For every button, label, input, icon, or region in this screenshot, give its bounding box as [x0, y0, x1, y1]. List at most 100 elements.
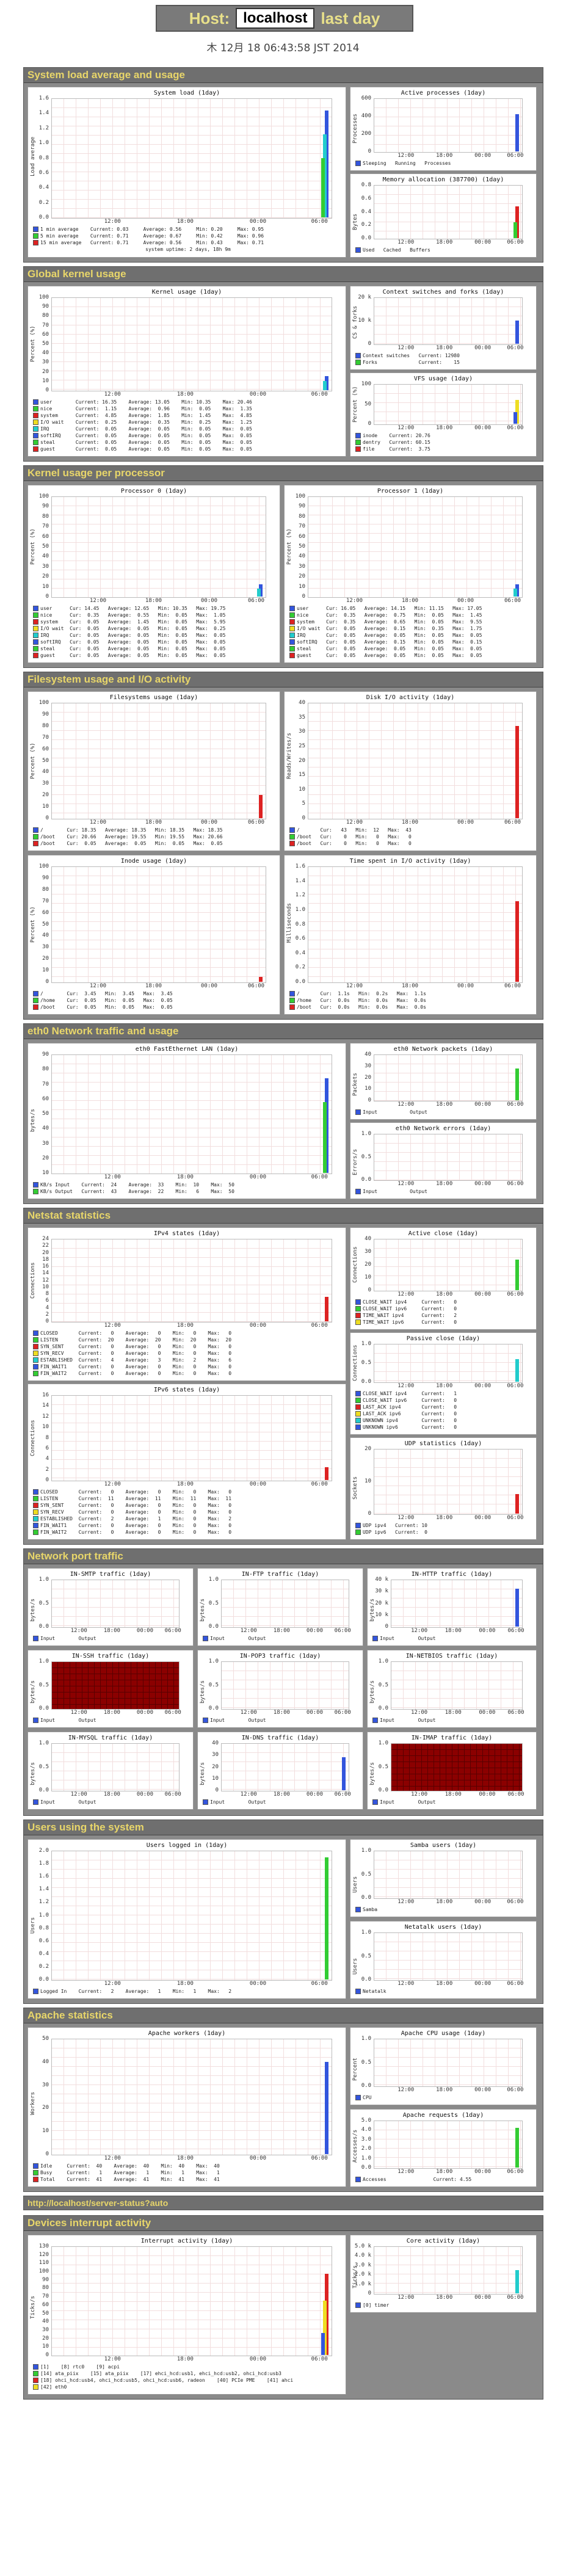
- legend-text: Input Output: [363, 1189, 427, 1194]
- graph-title: Disk I/O activity (1day): [366, 694, 455, 701]
- y-tick: 80: [299, 513, 305, 520]
- legend-text: /home Cur: 0.0s Min: 0.0s Max: 0.0s: [297, 998, 426, 1003]
- legend-swatch: [33, 1718, 38, 1723]
- eth0-graph-panel: eth0 FastEthernet LAN (1day) bytes/s 90 80 7…: [27, 1043, 346, 1199]
- section-apache: Apache statistics Apache workers (1day) W…: [23, 2008, 543, 2192]
- x-tick: 12:00: [397, 1291, 415, 1297]
- x-tick: 12:00: [90, 598, 107, 604]
- y-tick: 35: [299, 714, 305, 720]
- ctx-graph-panel: Context switches and forks (1day) CS & fo…: [350, 286, 537, 370]
- graph-legend: Logged In Current: 2 Average: 1 Min: 1 M…: [33, 1988, 343, 1995]
- graph-legend: Input Output: [372, 1635, 534, 1642]
- graph-title: Memory allocation (387700) (1day): [382, 176, 504, 183]
- legend-swatch: [355, 161, 361, 166]
- header: Host: localhost last day: [156, 5, 413, 32]
- y-tick: 30: [42, 359, 49, 366]
- irq-graph-panel: Interrupt activity (1day) Ticks/s 130 120 11…: [27, 2235, 346, 2395]
- x-tick: 06:00: [507, 425, 524, 431]
- server-status-link[interactable]: http://localhost/server-status?auto: [24, 2198, 168, 2208]
- graph-legend: Input Output: [372, 1717, 534, 1724]
- legend-row: Logged In Current: 2 Average: 1 Min: 1 M…: [33, 1988, 343, 1995]
- graph-legend: Used Cached Buffers: [355, 247, 534, 253]
- legend-swatch: [355, 1523, 361, 1528]
- legend-swatch: [203, 1799, 208, 1805]
- legend-text: ESTABLISHED Current: 2 Average: 1 Min: 0…: [40, 1516, 232, 1522]
- plot-area: [374, 185, 523, 239]
- y-tick: 0.4: [38, 184, 49, 191]
- y-tick: 0.5: [378, 1682, 388, 1688]
- y-tick: 0: [302, 593, 305, 600]
- x-tick: 12:00: [397, 1981, 415, 1987]
- legend-text: Logged In Current: 2 Average: 1 Min: 1 M…: [40, 1989, 232, 1994]
- x-tick: 18:00: [402, 598, 419, 604]
- x-tick: 00:00: [474, 2087, 492, 2093]
- y-tick: 14: [42, 1402, 49, 1409]
- graph-title: Kernel usage (1day): [151, 289, 222, 296]
- legend-swatch: [355, 1907, 361, 1912]
- y-tick: 16: [42, 1392, 49, 1398]
- legend-text: Idle Current: 40 Average: 40 Min: 40 Max…: [40, 2163, 220, 2169]
- legend-row: CLOSE_WAIT ipv6 Current: 0: [355, 1305, 534, 1312]
- data-series-mark: [515, 1068, 519, 1100]
- data-series-mark: [513, 588, 517, 597]
- data-series-mark: [515, 2269, 519, 2293]
- y-tick: 0: [368, 2290, 371, 2296]
- x-tick: 12:00: [397, 425, 415, 431]
- plot-area: [51, 1661, 180, 1710]
- x-tick: 06:00: [334, 1791, 351, 1798]
- legend-text: UDP ipv6 Current: 0: [363, 1529, 427, 1535]
- y-tick: 0.0: [361, 1379, 371, 1385]
- y-tick: 100: [38, 294, 49, 300]
- legend-swatch: [33, 1636, 38, 1641]
- page-date: 木 12月 18 06:43:58 JST 2014: [206, 42, 360, 54]
- y-tick: 8: [45, 1434, 49, 1441]
- graph-title: IN-SMTP traffic (1day): [70, 1571, 151, 1578]
- x-tick: 12:00: [411, 1791, 428, 1798]
- y-tick: 25: [299, 742, 305, 749]
- legend-row: system Cur: 0.35 Average: 0.65 Min: 0.05…: [289, 619, 534, 625]
- y-tick: 60: [42, 746, 49, 752]
- y-tick: 40: [212, 1740, 219, 1746]
- legend-text: /boot Cur: 0.05 Average: 0.05 Min: 0.05 …: [40, 841, 223, 846]
- legend-text: guest Cur: 0.05 Average: 0.05 Min: 0.05 …: [297, 653, 482, 658]
- y-tick: 1.0: [295, 906, 305, 913]
- legend-text: user Cur: 14.45 Average: 12.65 Min: 10.3…: [40, 606, 226, 611]
- graph-title: Processor 1 (1day): [377, 488, 444, 495]
- y-tick: 0.0: [208, 1705, 219, 1711]
- y-tick: 90: [42, 1051, 49, 1058]
- legend-swatch: [355, 2302, 361, 2308]
- y-tick: 40: [42, 1125, 49, 1132]
- y-axis-label: Processes: [352, 113, 358, 143]
- legend-row: [1] [8] rtc0 [9] acpi: [33, 2364, 343, 2370]
- legend-text: steal Cur: 0.05 Average: 0.05 Min: 0.05 …: [297, 646, 482, 651]
- server-status-link-bar[interactable]: http://localhost/server-status?auto: [23, 2196, 543, 2210]
- y-tick: 18: [42, 1256, 49, 1263]
- y-tick: 0.0: [361, 1177, 371, 1183]
- legend-row: FIN_WAIT2 Current: 0 Average: 0 Min: 0 M…: [33, 1370, 343, 1377]
- data-series-mark: [259, 795, 263, 818]
- kernel-graph-panel: Kernel usage (1day) Percent (%) 100 90 80 70 6…: [27, 286, 346, 457]
- y-tick: 20: [42, 573, 49, 580]
- x-tick: 18:00: [273, 1710, 290, 1716]
- y-tick: 0: [45, 387, 49, 393]
- y-tick: 0.0: [361, 2083, 371, 2089]
- legend-swatch: [33, 2384, 38, 2390]
- legend-row: [14] ata_piix [15] ata_piix [17] ehci_hc…: [33, 2370, 343, 2377]
- graph-title: Core activity (1day): [406, 2238, 481, 2244]
- y-tick: 12: [42, 1413, 49, 1420]
- x-tick: 12:00: [240, 1710, 257, 1716]
- legend-row: I/O wait Cur: 0.05 Average: 0.15 Min: 0.…: [289, 625, 534, 632]
- y-tick: 10: [365, 1478, 371, 1484]
- fs-graph-panel: Filesystems usage (1day) Percent (%) 100 90…: [27, 691, 280, 851]
- y-tick: 10: [42, 967, 49, 974]
- y-tick: 10: [42, 583, 49, 590]
- legend-text: /boot Cur: 0 Min: 0 Max: 0: [297, 841, 412, 846]
- eth0pk-graph-panel: eth0 Network packets (1day) Packets 40 30 20…: [350, 1043, 537, 1120]
- x-tick: 06:00: [507, 2295, 524, 2301]
- legend-text: [0] timer: [363, 2302, 390, 2308]
- graph-title: IPv4 states (1day): [153, 1230, 220, 1237]
- y-tick: 0.0: [38, 1705, 49, 1711]
- y-tick: 1.0: [208, 1658, 219, 1664]
- legend-swatch: [33, 440, 38, 445]
- legend-swatch: [33, 841, 38, 846]
